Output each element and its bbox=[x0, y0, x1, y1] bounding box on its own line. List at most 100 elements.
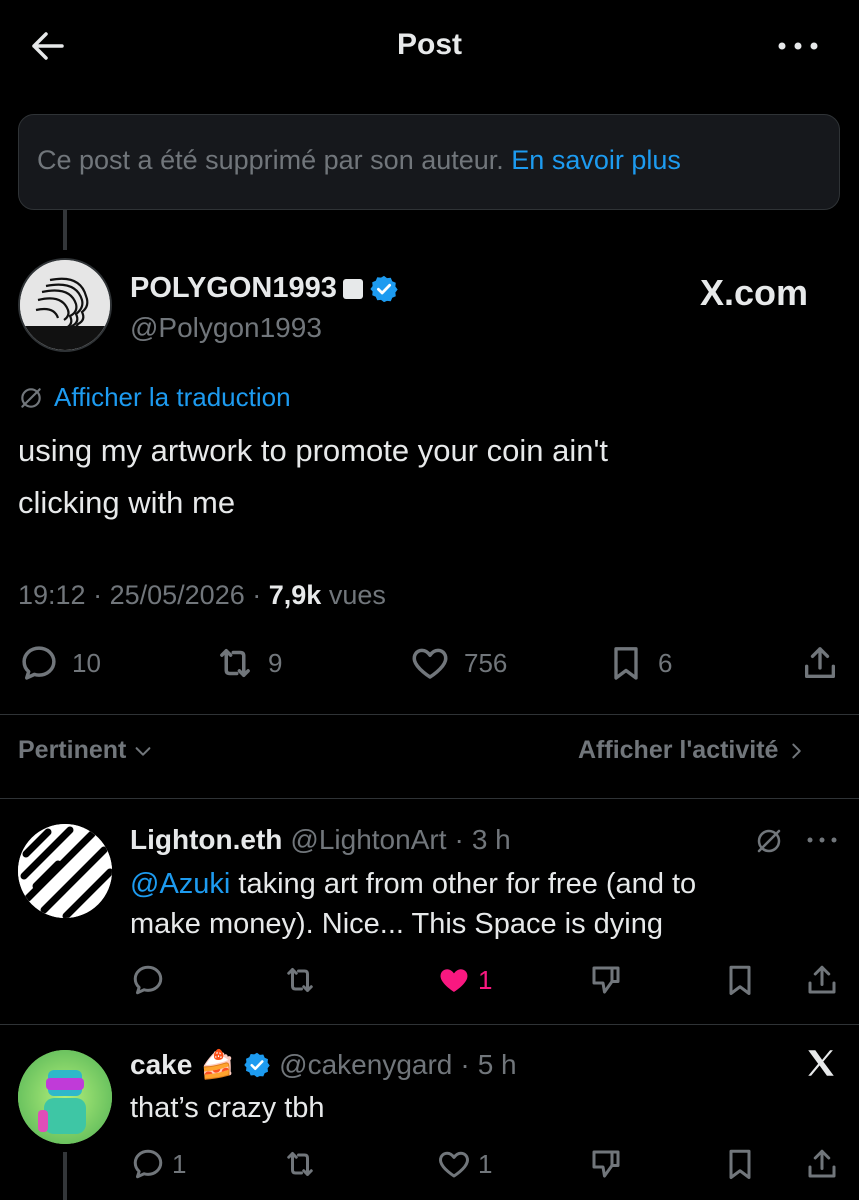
post-text-line-1: using my artwork to promote your coin ai… bbox=[18, 433, 608, 468]
reply-like-button[interactable]: 1 bbox=[436, 962, 492, 998]
post-metadata: 19:12 · 25/05/2026 · 7,9k vues bbox=[18, 580, 386, 610]
verified-badge-icon bbox=[370, 275, 398, 302]
share-icon bbox=[805, 647, 835, 678]
verified-badge-icon bbox=[244, 1052, 270, 1077]
page-title: Post bbox=[396, 28, 462, 61]
divider bbox=[0, 714, 859, 715]
reply-author-handle[interactable]: @LightonArt bbox=[290, 824, 446, 856]
reply-like-button[interactable]: 1 bbox=[436, 1146, 492, 1182]
thread-connector bbox=[63, 1152, 67, 1200]
more-dots-icon bbox=[778, 42, 818, 50]
notice-text: Ce post a été supprimé par son auteur. bbox=[37, 145, 504, 175]
heart-icon bbox=[439, 1151, 469, 1178]
reply-author-handle[interactable]: @cakenygard bbox=[279, 1049, 452, 1081]
share-button[interactable] bbox=[800, 642, 840, 684]
post-date: 25/05/2026 bbox=[109, 580, 245, 610]
bookmark-count: 6 bbox=[658, 647, 673, 678]
reply-avatar[interactable] bbox=[18, 824, 112, 918]
avatar-image-icon bbox=[18, 824, 112, 918]
reply-bookmark-button[interactable] bbox=[722, 962, 758, 998]
translate-button[interactable]: Afficher la traduction bbox=[18, 382, 291, 413]
reply-icon bbox=[22, 646, 56, 680]
bookmark-icon bbox=[614, 647, 638, 680]
divider bbox=[0, 1024, 859, 1025]
mention-link[interactable]: @Azuki bbox=[130, 868, 230, 900]
chevron-down-icon bbox=[135, 746, 151, 756]
learn-more-link[interactable]: En savoir plus bbox=[511, 145, 681, 175]
reply-header: cake 🍰 @cakenygard · 5 h bbox=[130, 1048, 517, 1081]
thread-connector bbox=[63, 210, 67, 250]
reply-share-button[interactable] bbox=[804, 1146, 840, 1182]
reply-icon bbox=[133, 1149, 163, 1179]
repost-icon bbox=[220, 649, 250, 677]
translate-label: Afficher la traduction bbox=[54, 382, 291, 412]
more-dots-icon bbox=[807, 837, 837, 843]
post-text: using my artwork to promote your coin ai… bbox=[18, 425, 838, 529]
thumbs-down-icon bbox=[592, 966, 620, 994]
translate-icon bbox=[21, 387, 41, 408]
bookmark-button[interactable]: 6 bbox=[606, 642, 672, 684]
reply-button[interactable]: 10 bbox=[18, 642, 101, 684]
divider bbox=[0, 798, 859, 799]
sort-dropdown[interactable]: Pertinent bbox=[18, 736, 154, 765]
reply-avatar[interactable] bbox=[18, 1050, 112, 1144]
square-emoji-icon bbox=[342, 278, 363, 299]
repost-count: 9 bbox=[268, 647, 283, 678]
repost-button[interactable]: 9 bbox=[214, 642, 282, 684]
reply-text: @Azuki taking art from other for free (a… bbox=[130, 864, 830, 944]
reply-reply-button[interactable] bbox=[130, 962, 166, 998]
source-label: X.com bbox=[700, 272, 809, 313]
like-count: 756 bbox=[464, 647, 508, 678]
avatar[interactable] bbox=[18, 258, 112, 352]
post-text-line-2: clicking with me bbox=[18, 485, 236, 520]
share-icon bbox=[808, 1149, 836, 1178]
reply-author-name[interactable]: cake bbox=[130, 1049, 192, 1081]
repost-icon bbox=[287, 968, 313, 992]
reply-like-count: 1 bbox=[478, 964, 493, 995]
x-logo-icon bbox=[808, 1050, 834, 1076]
bookmark-icon bbox=[729, 965, 751, 995]
author-handle[interactable]: @Polygon1993 bbox=[130, 312, 322, 344]
view-activity-label: Afficher l'activité bbox=[578, 736, 779, 764]
deleted-post-notice: Ce post a été supprimé par son auteur. E… bbox=[18, 114, 840, 210]
reply-repost-button[interactable] bbox=[282, 962, 318, 998]
reply-time: 5 h bbox=[477, 1048, 517, 1080]
reply-text: that’s crazy tbh bbox=[130, 1092, 325, 1124]
thumbs-down-icon bbox=[592, 1150, 620, 1178]
sort-label: Pertinent bbox=[18, 736, 127, 764]
more-options-button[interactable] bbox=[776, 36, 820, 56]
reply-translate-button[interactable] bbox=[754, 826, 784, 856]
chevron-right-icon bbox=[792, 743, 802, 758]
reply-dislike-button[interactable] bbox=[588, 1146, 624, 1182]
reply-text-line-2: make money). Nice... This Space is dying bbox=[130, 908, 663, 940]
reply-reply-button[interactable]: 1 bbox=[130, 1146, 186, 1182]
reply-dislike-button[interactable] bbox=[588, 962, 624, 998]
like-button[interactable]: 756 bbox=[408, 642, 507, 684]
bookmark-icon bbox=[729, 1149, 751, 1179]
reply-share-button[interactable] bbox=[804, 962, 840, 998]
reply-author-name[interactable]: Lighton.eth bbox=[130, 824, 282, 856]
reply-text-line-1: taking art from other for free (and to bbox=[230, 868, 697, 900]
heart-icon bbox=[412, 648, 448, 679]
repost-icon bbox=[287, 1152, 313, 1176]
reply-reply-count: 1 bbox=[172, 1148, 187, 1179]
post-actions: 10 9 756 6 bbox=[18, 642, 840, 692]
author-name[interactable]: POLYGON1993 bbox=[130, 272, 399, 305]
cake-emoji-icon: 🍰 bbox=[200, 1049, 236, 1080]
reply-time: 3 h bbox=[471, 824, 511, 855]
avatar-image-icon bbox=[20, 260, 110, 350]
views-count: 7,9k bbox=[268, 580, 322, 610]
reply-like-count: 1 bbox=[478, 1148, 493, 1179]
heart-filled-icon bbox=[440, 969, 468, 992]
author-display-name: POLYGON1993 bbox=[130, 272, 337, 304]
x-logo-icon bbox=[804, 1046, 838, 1080]
reply-repost-button[interactable] bbox=[282, 1146, 318, 1182]
view-activity-link[interactable]: Afficher l'activité bbox=[578, 736, 806, 765]
reply-more-button[interactable] bbox=[806, 834, 838, 846]
reply-count: 10 bbox=[72, 647, 101, 678]
avatar-image-icon bbox=[18, 1050, 112, 1144]
views-label: vues bbox=[328, 580, 386, 610]
reply-bookmark-button[interactable] bbox=[722, 1146, 758, 1182]
reply-header: Lighton.eth @LightonArt · 3 h bbox=[130, 824, 511, 856]
reply-icon bbox=[133, 965, 163, 995]
